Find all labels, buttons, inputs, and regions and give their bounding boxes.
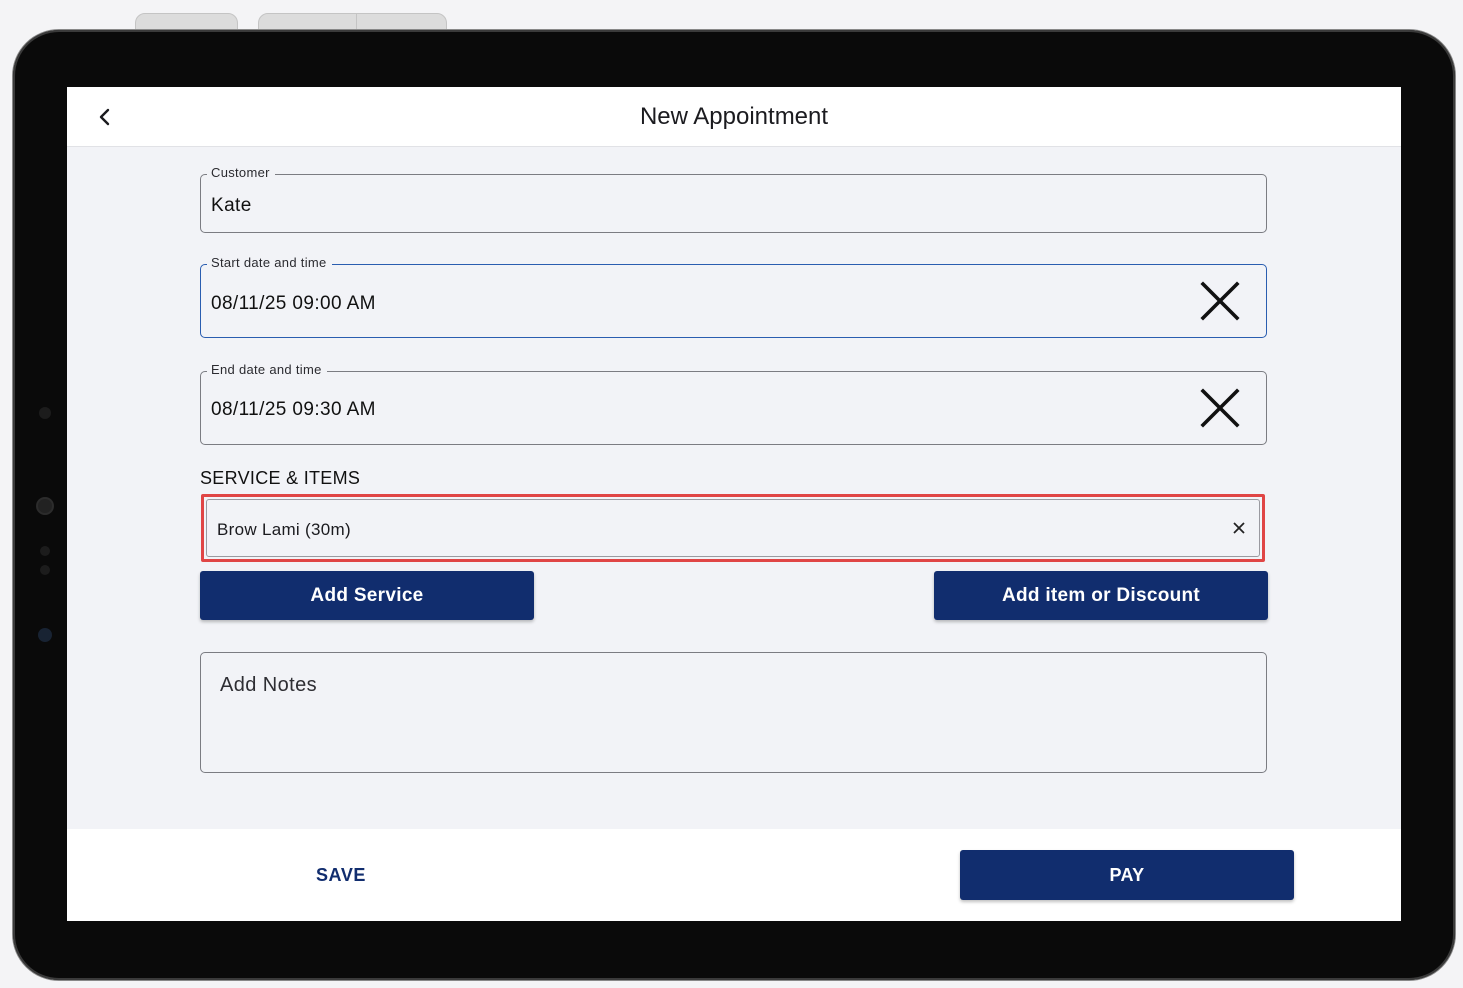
start-datetime-value: 08/11/25 09:00 AM [211,293,376,314]
notes-placeholder: Add Notes [220,674,317,696]
save-button[interactable]: SAVE [281,857,401,893]
page-title: New Appointment [639,103,829,130]
remove-service-icon[interactable] [1228,517,1250,539]
camera-dot [39,407,51,419]
customer-field-label: Customer [207,165,275,180]
service-item-row[interactable]: Brow Lami (30m) [201,494,1265,562]
customer-field-value: Kate [211,195,252,216]
sensor-dot [40,565,50,575]
front-camera [38,499,52,513]
end-datetime-label: End date and time [207,362,327,377]
clear-end-icon[interactable] [1200,388,1240,428]
app-screen: New Appointment Customer Kate Start date… [67,87,1401,921]
end-datetime-value: 08/11/25 09:30 AM [211,399,376,420]
services-section-title: SERVICE & ITEMS [200,468,361,488]
service-item-inner [206,499,1260,557]
sensor-dot [40,546,50,556]
start-datetime-field[interactable]: Start date and time 08/11/25 09:00 AM [200,255,1267,338]
light-sensor [38,628,52,642]
customer-field[interactable]: Customer Kate [200,165,1267,233]
pay-button[interactable]: PAY [960,850,1294,900]
clear-start-icon[interactable] [1200,281,1240,321]
add-service-button[interactable]: Add Service [200,571,534,620]
service-item-label: Brow Lami (30m) [217,520,351,539]
bottom-action-bar: SAVE PAY [67,829,1401,921]
end-datetime-field[interactable]: End date and time 08/11/25 09:30 AM [200,362,1267,445]
start-datetime-label: Start date and time [207,255,332,270]
app-bar: New Appointment [67,87,1401,147]
stage: New Appointment Customer Kate Start date… [0,0,1463,988]
add-item-discount-button[interactable]: Add item or Discount [934,571,1268,620]
notes-textarea[interactable]: Add Notes [200,652,1267,773]
